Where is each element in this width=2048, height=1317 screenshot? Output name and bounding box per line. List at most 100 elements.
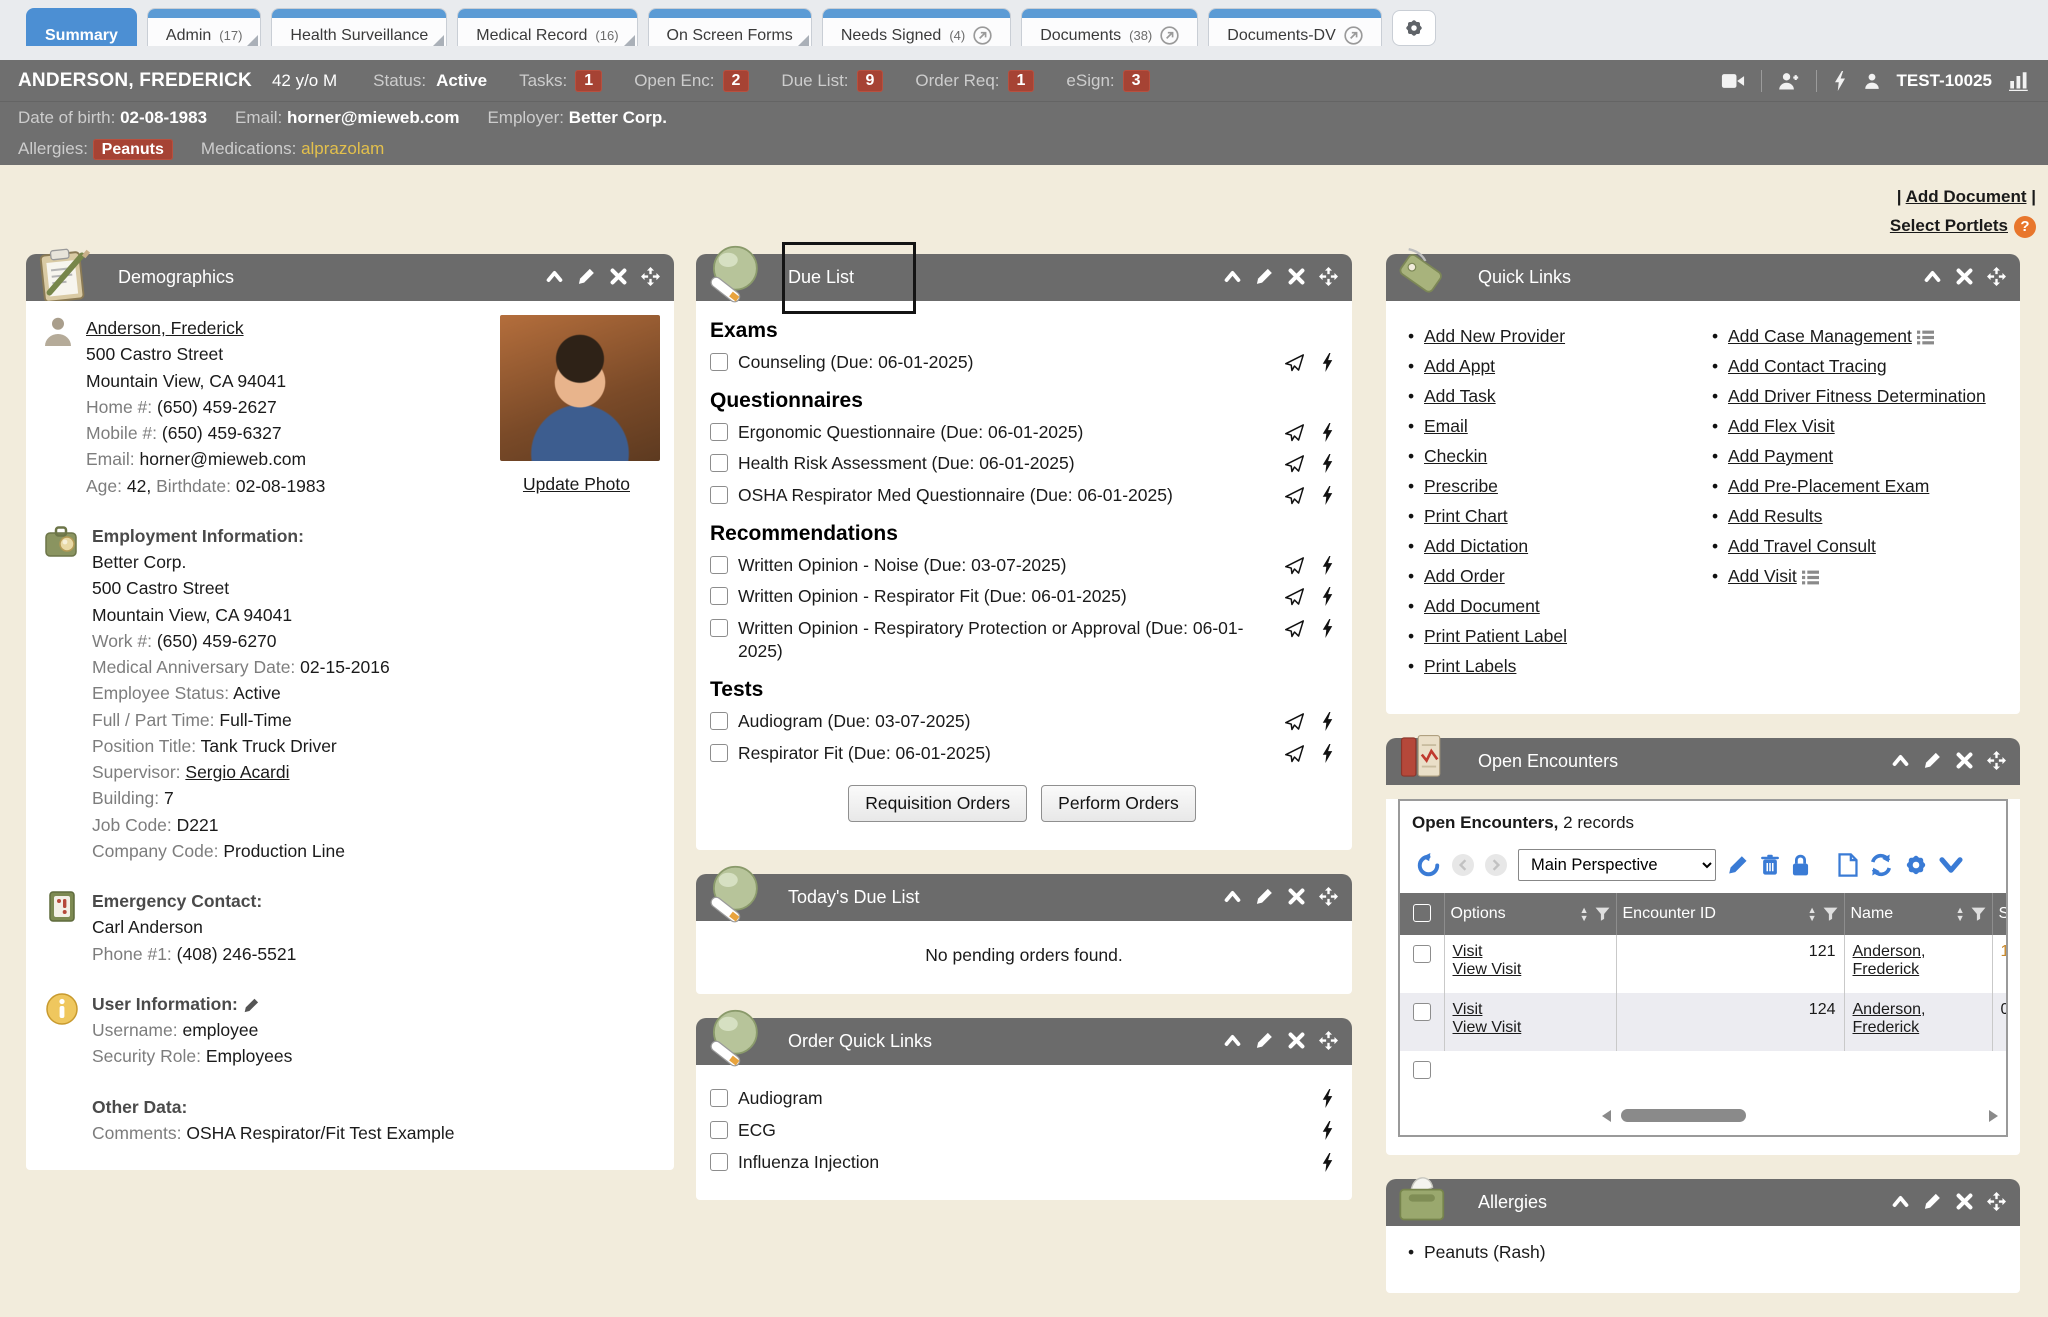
collapse-icon[interactable] bbox=[1223, 887, 1242, 906]
send-icon[interactable] bbox=[1284, 744, 1305, 763]
collapse-icon[interactable] bbox=[1891, 1192, 1910, 1211]
sort-icon[interactable]: ▲▼ bbox=[1956, 906, 1965, 922]
filter-icon[interactable] bbox=[1595, 907, 1610, 921]
update-photo-link[interactable]: Update Photo bbox=[523, 474, 630, 494]
close-icon[interactable] bbox=[1955, 1192, 1974, 1211]
quick-link[interactable]: Add New Provider bbox=[1424, 326, 1565, 346]
filter-icon[interactable] bbox=[1823, 907, 1838, 921]
edit-icon[interactable] bbox=[1255, 887, 1274, 906]
horizontal-scrollbar[interactable] bbox=[1406, 1103, 2000, 1129]
close-icon[interactable] bbox=[1955, 751, 1974, 770]
lightning-icon[interactable] bbox=[1321, 1121, 1334, 1140]
allergies-header[interactable]: Allergies bbox=[1386, 1179, 2020, 1226]
quick-links-header[interactable]: Quick Links bbox=[1386, 254, 2020, 301]
quick-link[interactable]: Print Chart bbox=[1424, 506, 1508, 526]
lightning-icon[interactable] bbox=[1321, 1089, 1334, 1108]
scroll-left-icon[interactable] bbox=[1602, 1110, 1611, 1122]
lightning-icon[interactable] bbox=[1321, 587, 1334, 606]
gear-icon[interactable] bbox=[1904, 853, 1928, 877]
checkbox[interactable] bbox=[710, 1089, 728, 1107]
edit-icon[interactable] bbox=[243, 997, 260, 1014]
supervisor-link[interactable]: Sergio Acardi bbox=[185, 762, 289, 782]
view-visit-link[interactable]: View Visit bbox=[1453, 1019, 1522, 1036]
lock-icon[interactable] bbox=[1791, 854, 1810, 876]
select-portlets-link[interactable]: Select Portlets bbox=[1890, 216, 2008, 235]
close-icon[interactable] bbox=[1287, 887, 1306, 906]
edit-icon[interactable] bbox=[1923, 751, 1942, 770]
bar-chart-icon[interactable] bbox=[2008, 71, 2030, 91]
list-icon[interactable] bbox=[1917, 330, 1934, 345]
send-icon[interactable] bbox=[1284, 454, 1305, 473]
scrollbar-thumb[interactable] bbox=[1621, 1109, 1746, 1122]
checkbox[interactable] bbox=[710, 619, 728, 637]
send-icon[interactable] bbox=[1284, 556, 1305, 575]
quick-link[interactable]: Add Travel Consult bbox=[1728, 536, 1876, 556]
collapse-icon[interactable] bbox=[1223, 267, 1242, 286]
checkbox[interactable] bbox=[710, 587, 728, 605]
row-checkbox[interactable] bbox=[1413, 1061, 1431, 1079]
move-icon[interactable] bbox=[641, 267, 660, 286]
column-header[interactable]: Options bbox=[1451, 905, 1574, 923]
checkbox[interactable] bbox=[710, 712, 728, 730]
delete-icon[interactable] bbox=[1760, 854, 1780, 876]
demographics-header[interactable]: Demographics bbox=[26, 254, 674, 301]
refresh-icon[interactable] bbox=[1869, 853, 1893, 877]
quick-link[interactable]: Add Order bbox=[1424, 566, 1505, 586]
close-icon[interactable] bbox=[1287, 1031, 1306, 1050]
patient-link[interactable]: Anderson, Frederick bbox=[1853, 943, 1926, 978]
move-icon[interactable] bbox=[1987, 267, 2006, 286]
send-icon[interactable] bbox=[1284, 486, 1305, 505]
scroll-right-icon[interactable] bbox=[1989, 1110, 1998, 1122]
edit-icon[interactable] bbox=[1255, 1031, 1274, 1050]
edit-icon[interactable] bbox=[577, 267, 596, 286]
close-icon[interactable] bbox=[1955, 267, 1974, 286]
send-icon[interactable] bbox=[1284, 587, 1305, 606]
checkbox[interactable] bbox=[710, 1153, 728, 1171]
requisition-orders-button[interactable]: Requisition Orders bbox=[848, 785, 1027, 822]
lightning-icon[interactable] bbox=[1321, 423, 1334, 442]
due-list-badge[interactable]: 9 bbox=[857, 70, 884, 92]
lightning-icon[interactable] bbox=[1321, 744, 1334, 763]
perform-orders-button[interactable]: Perform Orders bbox=[1041, 785, 1196, 822]
send-icon[interactable] bbox=[1284, 619, 1305, 638]
video-camera-icon[interactable] bbox=[1721, 72, 1745, 90]
due-list-header[interactable]: Due List bbox=[696, 254, 1352, 301]
lightning-icon[interactable] bbox=[1321, 556, 1334, 575]
add-document-link[interactable]: Add Document bbox=[1906, 187, 2027, 206]
lightning-icon[interactable] bbox=[1321, 1153, 1334, 1172]
lightning-icon[interactable] bbox=[1321, 712, 1334, 731]
quick-link[interactable]: Add Payment bbox=[1728, 446, 1833, 466]
todays-due-list-header[interactable]: Today's Due List bbox=[696, 874, 1352, 921]
column-header[interactable]: Name bbox=[1851, 905, 1950, 923]
checkbox[interactable] bbox=[710, 1121, 728, 1139]
move-icon[interactable] bbox=[1319, 1031, 1338, 1050]
send-icon[interactable] bbox=[1284, 353, 1305, 372]
edit-icon[interactable] bbox=[1727, 854, 1749, 876]
lightning-icon[interactable] bbox=[1321, 619, 1334, 638]
filter-icon[interactable] bbox=[1971, 907, 1986, 921]
tab-documents-dv[interactable]: Documents-DV bbox=[1208, 8, 1381, 46]
send-icon[interactable] bbox=[1284, 423, 1305, 442]
esign-badge[interactable]: 3 bbox=[1123, 70, 1150, 92]
checkbox[interactable] bbox=[710, 423, 728, 441]
medication-value[interactable]: alprazolam bbox=[301, 139, 384, 158]
close-icon[interactable] bbox=[1287, 267, 1306, 286]
tasks-badge[interactable]: 1 bbox=[575, 70, 602, 92]
tab-documents[interactable]: Documents(38) bbox=[1021, 8, 1198, 46]
column-header[interactable]: S bbox=[1999, 905, 2009, 923]
tab-needs-signed[interactable]: Needs Signed(4) bbox=[822, 8, 1011, 46]
add-user-icon[interactable] bbox=[1778, 71, 1800, 91]
column-header[interactable]: Encounter ID bbox=[1623, 905, 1802, 923]
perspective-select[interactable]: Main Perspective bbox=[1518, 849, 1716, 881]
collapse-icon[interactable] bbox=[545, 267, 564, 286]
quick-link[interactable]: Add Document bbox=[1424, 596, 1540, 616]
move-icon[interactable] bbox=[1987, 751, 2006, 770]
tab-health-surveillance[interactable]: Health Surveillance bbox=[271, 8, 447, 46]
quick-link[interactable]: Add Driver Fitness Determination bbox=[1728, 386, 1986, 406]
tab-admin[interactable]: Admin(17) bbox=[147, 8, 261, 46]
tab-settings-button[interactable] bbox=[1392, 10, 1436, 46]
checkbox[interactable] bbox=[710, 556, 728, 574]
lightning-icon[interactable] bbox=[1321, 353, 1334, 372]
patient-link[interactable]: Anderson, Frederick bbox=[1853, 1001, 1926, 1036]
quick-link[interactable]: Add Pre-Placement Exam bbox=[1728, 476, 1929, 496]
